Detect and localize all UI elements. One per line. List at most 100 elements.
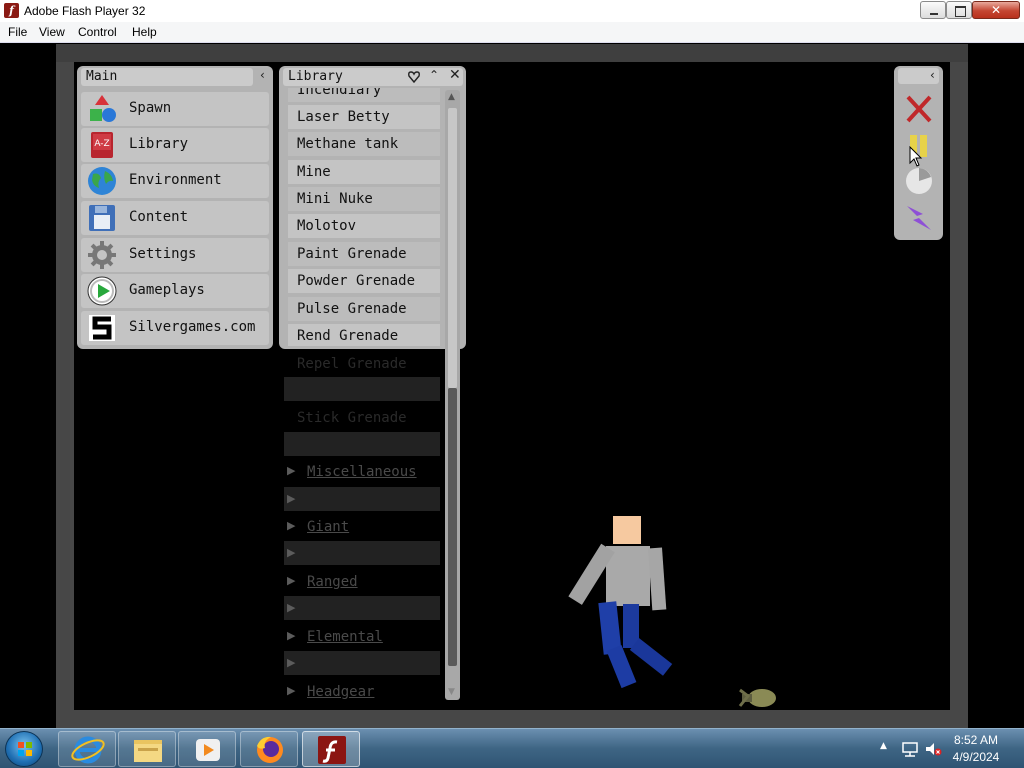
clock-date: 4/9/2024 — [952, 750, 1000, 764]
collapse-left-icon[interactable]: ‹ — [260, 68, 265, 82]
menu-file[interactable]: File — [8, 25, 27, 39]
close-x-icon[interactable] — [903, 94, 935, 124]
book-az-icon: A-Z — [91, 132, 113, 158]
taskbar-ie[interactable] — [58, 731, 116, 767]
ghost-caret-icon: ▶ — [287, 684, 296, 697]
ghost-list-row — [284, 487, 440, 511]
ghost-caret-icon: ▶ — [287, 492, 296, 505]
floppy-disk-icon — [89, 205, 115, 231]
clock-time: 8:52 AM — [953, 733, 999, 747]
scroll-up-arrow-icon[interactable]: ▲ — [448, 92, 455, 102]
library-item[interactable]: Mini Nuke — [288, 187, 440, 211]
ghost-category: Headgear — [307, 684, 375, 700]
ghost-list-row — [284, 596, 440, 620]
taskbar-firefox[interactable] — [240, 731, 298, 767]
taskbar-explorer[interactable] — [118, 731, 176, 767]
ghost-caret-icon: ▶ — [287, 574, 296, 587]
ghost-category: Ranged — [307, 574, 358, 590]
show-hidden-icons-icon[interactable]: ▲ — [880, 741, 887, 751]
menu-bar: File View Control Help — [0, 22, 1024, 43]
ghost-caret-icon: ▶ — [287, 464, 296, 477]
collapse-left-icon[interactable]: ‹ — [930, 68, 935, 82]
slow-motion-icon[interactable] — [903, 166, 935, 196]
library-item[interactable]: Laser Betty — [288, 105, 440, 129]
ghost-caret-icon: ▶ — [287, 546, 296, 559]
firefox-icon — [257, 736, 283, 763]
ghost-list-row — [284, 651, 440, 675]
windows-logo-icon — [18, 742, 32, 756]
main-item-label: Silvergames.com — [129, 319, 256, 335]
main-item-label: Spawn — [129, 100, 172, 116]
taskbar: ▲ 8:52 AM 4/9/2024 — [0, 728, 1024, 768]
ragdoll-head — [613, 516, 641, 544]
ghost-caret-icon: ▶ — [287, 656, 296, 669]
favorite-heart-icon[interactable] — [408, 70, 420, 84]
close-panel-icon[interactable]: ✕ — [449, 67, 461, 83]
ghost-category: Miscellaneous — [307, 464, 417, 480]
main-item-label: Content — [129, 209, 189, 225]
library-item[interactable]: Powder Grenade — [288, 269, 440, 293]
svg-text:A-Z: A-Z — [94, 139, 109, 149]
mouse-cursor-icon — [909, 146, 923, 167]
ragdoll-right-shin — [629, 638, 673, 676]
ghost-category: Giant — [307, 519, 350, 535]
globe-icon — [88, 167, 116, 195]
silvergames-logo-icon — [89, 315, 115, 341]
internet-explorer-icon — [71, 736, 105, 764]
ragdoll-right-arm — [648, 547, 667, 611]
ghost-list-row — [284, 541, 440, 565]
library-list: Incendiary Laser Betty Methane tank Mine… — [287, 88, 440, 346]
taskbar-clock[interactable]: 8:52 AM 4/9/2024 — [935, 732, 1017, 766]
main-item-label: Library — [129, 136, 189, 152]
play-icon — [87, 276, 117, 306]
main-item-gameplays[interactable]: Gameplays — [81, 274, 269, 308]
library-item[interactable]: Mine — [288, 160, 440, 184]
library-item[interactable]: Rend Grenade — [288, 324, 440, 346]
bomb-object-icon[interactable] — [738, 686, 780, 710]
minimize-button[interactable] — [920, 1, 946, 19]
library-item[interactable]: Paint Grenade — [288, 242, 440, 266]
main-item-label: Environment — [129, 172, 222, 188]
scrollbar-thumb[interactable] — [448, 108, 457, 388]
main-item-silvergames[interactable]: Silvergames.com — [81, 311, 269, 345]
maximize-button[interactable] — [946, 1, 972, 19]
ghost-caret-icon: ▶ — [287, 519, 296, 532]
main-panel-title: Main — [81, 68, 253, 86]
library-item[interactable]: Incendiary — [288, 88, 440, 102]
start-button[interactable] — [5, 731, 43, 767]
lightning-icon[interactable] — [903, 202, 935, 232]
taskbar-flash-player[interactable] — [302, 731, 360, 767]
network-icon[interactable] — [901, 741, 919, 757]
gear-icon — [88, 241, 116, 269]
library-item[interactable]: Molotov — [288, 214, 440, 238]
menu-help[interactable]: Help — [132, 25, 157, 39]
scrollbar-lower-track — [448, 388, 457, 666]
library-item[interactable]: Pulse Grenade — [288, 297, 440, 321]
flash-app-icon: f — [4, 3, 19, 18]
taskbar-media-player[interactable] — [178, 731, 236, 767]
shapes-icon — [90, 95, 116, 122]
close-window-button[interactable] — [972, 1, 1020, 19]
window-title-bar[interactable]: f Adobe Flash Player 32 — [0, 0, 1024, 22]
ghost-list-row — [284, 377, 440, 401]
window-title: Adobe Flash Player 32 — [24, 4, 146, 18]
main-item-label: Gameplays — [129, 282, 205, 298]
file-explorer-icon — [134, 740, 162, 762]
main-item-library[interactable]: A-Z Library — [81, 128, 269, 162]
menu-control[interactable]: Control — [78, 25, 117, 39]
flash-frame-bottom — [56, 710, 968, 728]
ghost-category: Elemental — [307, 629, 383, 645]
ghost-list-item: Stick Grenade — [297, 410, 407, 426]
scroll-down-arrow-icon[interactable]: ▼ — [448, 687, 455, 697]
main-item-content[interactable]: Content — [81, 201, 269, 235]
main-item-environment[interactable]: Environment — [81, 164, 269, 198]
ghost-caret-icon: ▶ — [287, 629, 296, 642]
ghost-list-item: Repel Grenade — [297, 356, 407, 372]
ghost-list-row — [284, 432, 440, 456]
flash-player-icon — [318, 736, 346, 764]
main-item-spawn[interactable]: Spawn — [81, 92, 269, 126]
menu-view[interactable]: View — [39, 25, 65, 39]
collapse-up-icon[interactable]: ⌃ — [429, 68, 439, 82]
library-item[interactable]: Methane tank — [288, 132, 440, 156]
main-item-settings[interactable]: Settings — [81, 238, 269, 272]
